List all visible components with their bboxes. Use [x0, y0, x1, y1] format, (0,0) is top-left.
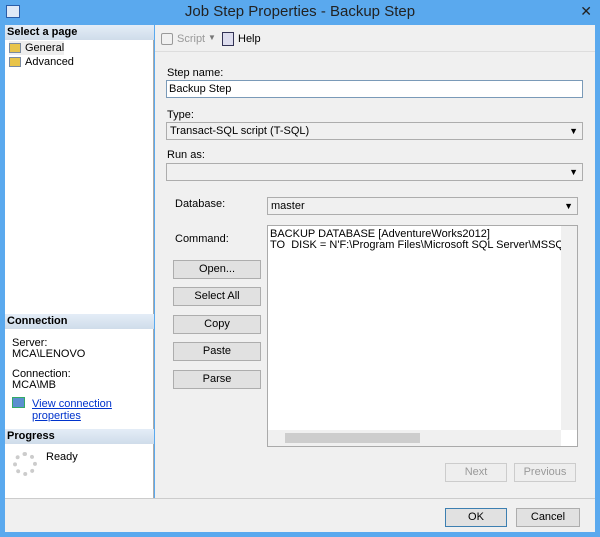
command-textarea[interactable]: BACKUP DATABASE [AdventureWorks2012] TO …	[267, 225, 578, 447]
step-name-input[interactable]: Backup Step	[166, 80, 583, 98]
select-page-header: Select a page	[5, 25, 154, 40]
previous-button[interactable]: Previous	[514, 463, 576, 482]
command-text: BACKUP DATABASE [AdventureWorks2012] TO …	[270, 228, 577, 251]
database-select[interactable]: master ▼	[267, 197, 578, 215]
script-icon	[161, 33, 173, 45]
left-panel: Select a page General Advanced Connectio…	[5, 25, 154, 498]
chevron-down-icon: ▼	[564, 201, 573, 211]
page-icon	[9, 57, 21, 67]
type-label: Type:	[167, 109, 194, 121]
page-icon	[9, 43, 21, 53]
chevron-down-icon: ▼	[569, 126, 578, 136]
type-value: Transact-SQL script (T-SQL)	[170, 125, 310, 137]
horizontal-scrollbar[interactable]	[268, 430, 561, 446]
command-label: Command:	[175, 233, 229, 245]
progress-header: Progress	[5, 429, 154, 444]
step-name-label: Step name:	[167, 67, 224, 79]
connection-value: MCA\MB	[12, 379, 56, 391]
help-icon	[222, 32, 234, 46]
parse-button[interactable]: Parse	[173, 370, 261, 389]
cancel-button[interactable]: Cancel	[516, 508, 580, 527]
scrollbar-thumb[interactable]	[285, 433, 420, 443]
ok-button[interactable]: OK	[445, 508, 507, 527]
open-button[interactable]: Open...	[173, 260, 261, 279]
vertical-scrollbar[interactable]	[561, 226, 577, 430]
main-panel: Script ▼ Help Step name: Backup Step Typ…	[155, 25, 595, 498]
run-as-label: Run as:	[167, 149, 205, 161]
progress-status: Ready	[46, 451, 78, 463]
connection-properties-icon	[12, 397, 25, 408]
copy-button[interactable]: Copy	[173, 315, 261, 334]
page-label: Advanced	[25, 56, 74, 68]
paste-button[interactable]: Paste	[173, 342, 261, 361]
type-select[interactable]: Transact-SQL script (T-SQL) ▼	[166, 122, 583, 140]
view-connection-properties-link[interactable]: View connection properties	[32, 398, 153, 422]
progress-spinner-icon	[13, 452, 37, 476]
page-general[interactable]: General	[9, 41, 65, 55]
close-button[interactable]: ✕	[580, 3, 592, 20]
page-advanced[interactable]: Advanced	[9, 55, 74, 69]
help-button[interactable]: Help	[238, 33, 261, 45]
script-dropdown-icon[interactable]: ▼	[208, 33, 216, 42]
database-label: Database:	[175, 198, 226, 210]
window-title: Job Step Properties - Backup Step	[184, 3, 416, 20]
dialog-footer: OK Cancel	[5, 498, 595, 532]
database-value: master	[271, 200, 305, 212]
select-all-button[interactable]: Select All	[173, 287, 261, 306]
script-button[interactable]: Script	[177, 33, 205, 45]
connection-header: Connection	[5, 314, 154, 329]
server-value: MCA\LENOVO	[12, 348, 86, 360]
next-button[interactable]: Next	[445, 463, 507, 482]
app-icon	[6, 5, 20, 18]
chevron-down-icon: ▼	[569, 167, 578, 177]
toolbar: Script ▼ Help	[155, 25, 595, 52]
run-as-select[interactable]: ▼	[166, 163, 583, 181]
page-label: General	[25, 42, 65, 54]
